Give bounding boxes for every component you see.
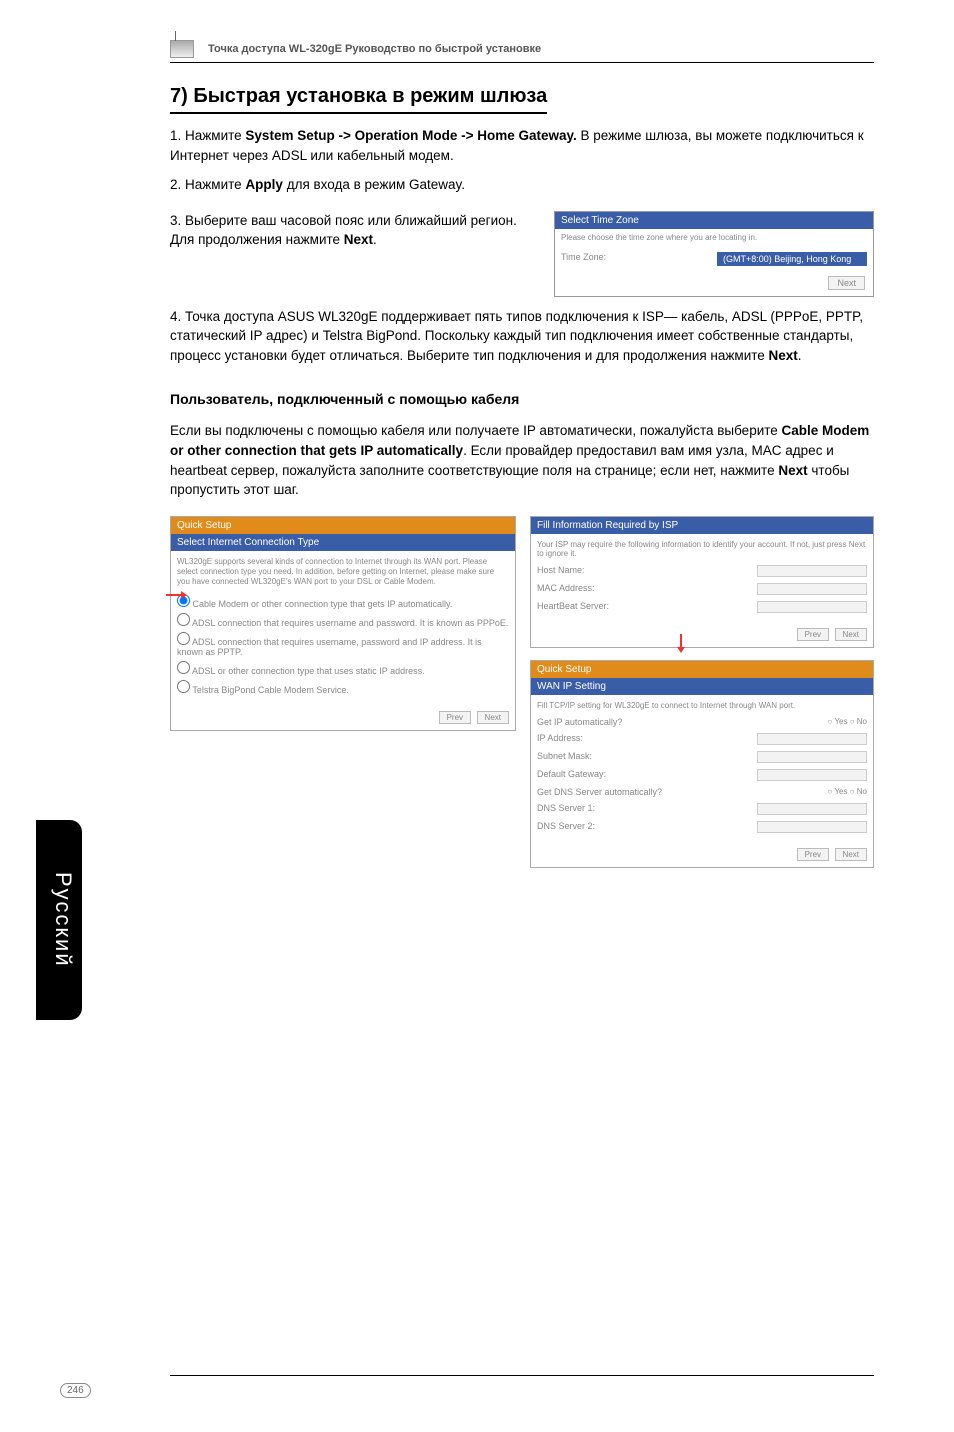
page-number: 246 <box>60 1383 91 1398</box>
opt-bigpond-label: Telstra BigPond Cable Modem Service. <box>192 685 349 695</box>
language-tab: Русский <box>36 820 82 1020</box>
conn-prev-button[interactable]: Prev <box>439 711 471 724</box>
opt-pptp[interactable]: ADSL connection that requires username, … <box>177 632 509 657</box>
opt-cable[interactable]: Cable Modem or other connection type tha… <box>177 594 509 609</box>
connection-type-header2: Select Internet Connection Type <box>171 534 515 551</box>
wan-prev-button[interactable]: Prev <box>797 848 829 861</box>
wan-row-label: Default Gateway: <box>537 769 606 781</box>
step-1: 1. Нажмите System Setup -> Operation Mod… <box>170 126 874 165</box>
step-2-prefix: 2. Нажмите <box>170 177 245 192</box>
opt-bigpond[interactable]: Telstra BigPond Cable Modem Service. <box>177 680 509 695</box>
wan-row: DNS Server 1: <box>537 800 867 818</box>
wan-row: DNS Server 2: <box>537 818 867 836</box>
wan-row: Get DNS Server automatically? ○ Yes ○ No <box>537 784 867 800</box>
router-icon <box>170 40 194 58</box>
wan-row-option[interactable]: ○ Yes ○ No <box>828 717 867 727</box>
step-4-bold: Next <box>769 348 798 363</box>
footer-rule <box>170 1375 874 1376</box>
wan-ip-header1: Quick Setup <box>531 661 873 678</box>
wan-row: Get IP automatically? ○ Yes ○ No <box>537 714 867 730</box>
mac-label: MAC Address: <box>537 583 595 595</box>
step-2: 2. Нажмите Apply для входа в режим Gatew… <box>170 175 874 195</box>
isp-info-desc: Your ISP may require the following infor… <box>537 540 867 558</box>
step-2-suffix: для входа в режим Gateway. <box>283 177 465 192</box>
wan-row-field[interactable] <box>757 733 867 745</box>
step-1-prefix: 1. Нажмите <box>170 128 245 143</box>
connection-type-panel: Quick Setup Select Internet Connection T… <box>170 516 516 731</box>
step-4: 4. Точка доступа ASUS WL320gE поддержива… <box>170 307 874 366</box>
cable-p-1: Если вы подключены с помощью кабеля или … <box>170 423 782 438</box>
wan-row: Subnet Mask: <box>537 748 867 766</box>
opt-static-label: ADSL or other connection type that uses … <box>192 666 425 676</box>
cable-p-bold2: Next <box>778 463 807 478</box>
mac-field[interactable] <box>757 583 867 595</box>
wan-row-label: Get DNS Server automatically? <box>537 787 662 797</box>
step-4-text: 4. Точка доступа ASUS WL320gE поддержива… <box>170 309 863 363</box>
step-3-bold: Next <box>344 232 373 247</box>
wan-row: IP Address: <box>537 730 867 748</box>
isp-prev-button[interactable]: Prev <box>797 628 829 641</box>
step-3-suffix: . <box>373 232 377 247</box>
isp-info-panel: Fill Information Required by ISP Your IS… <box>530 516 874 648</box>
wan-row-field[interactable] <box>757 821 867 833</box>
arrow-right-icon <box>166 594 182 596</box>
wan-next-button[interactable]: Next <box>835 848 867 861</box>
opt-pppoe[interactable]: ADSL connection that requires username a… <box>177 613 509 628</box>
opt-cable-label: Cable Modem or other connection type tha… <box>193 599 453 609</box>
host-name-label: Host Name: <box>537 565 585 577</box>
isp-info-header: Fill Information Required by ISP <box>531 517 873 534</box>
wan-row-label: Get IP automatically? <box>537 717 622 727</box>
opt-pppoe-label: ADSL connection that requires username a… <box>192 618 508 628</box>
sub-heading: Пользователь, подключенный с помощью каб… <box>170 391 874 407</box>
arrow-down-icon <box>680 634 682 648</box>
conn-next-button[interactable]: Next <box>477 711 509 724</box>
host-name-field[interactable] <box>757 565 867 577</box>
breadcrumb: Точка доступа WL-320gE Руководство по бы… <box>170 40 874 63</box>
cable-paragraph: Если вы подключены с помощью кабеля или … <box>170 421 874 499</box>
wan-row-label: DNS Server 2: <box>537 821 595 833</box>
wan-row-field[interactable] <box>757 769 867 781</box>
wan-row-label: DNS Server 1: <box>537 803 595 815</box>
timezone-label: Time Zone: <box>561 252 606 266</box>
wan-ip-header2: WAN IP Setting <box>531 678 873 695</box>
timezone-panel-title: Select Time Zone <box>555 212 873 229</box>
wan-row-label: IP Address: <box>537 733 583 745</box>
timezone-select[interactable]: (GMT+8:00) Beijing, Hong Kong <box>717 252 867 266</box>
step-1-bold: System Setup -> Operation Mode -> Home G… <box>245 128 576 143</box>
wan-row: Default Gateway: <box>537 766 867 784</box>
timezone-panel-desc: Please choose the time zone where you ar… <box>555 229 873 246</box>
wan-row-label: Subnet Mask: <box>537 751 592 763</box>
step-2-bold: Apply <box>245 177 283 192</box>
connection-type-desc: WL320gE supports several kinds of connec… <box>177 557 509 588</box>
connection-type-header1: Quick Setup <box>171 517 515 534</box>
section-title: 7) Быстрая установка в режим шлюза <box>170 85 547 114</box>
timezone-panel: Select Time Zone Please choose the time … <box>554 211 874 297</box>
wan-ip-panel: Quick Setup WAN IP Setting Fill TCP/IP s… <box>530 660 874 868</box>
wan-ip-desc: Fill TCP/IP setting for WL320gE to conne… <box>537 701 867 710</box>
opt-pptp-label: ADSL connection that requires username, … <box>177 637 482 657</box>
breadcrumb-text: Точка доступа WL-320gE Руководство по бы… <box>208 43 541 55</box>
step-3: 3. Выберите ваш часовой пояс или ближайш… <box>170 211 534 250</box>
wan-row-option[interactable]: ○ Yes ○ No <box>828 787 867 797</box>
heartbeat-field[interactable] <box>757 601 867 613</box>
heartbeat-label: HeartBeat Server: <box>537 601 609 613</box>
isp-next-button[interactable]: Next <box>835 628 867 641</box>
step-4-suffix: . <box>798 348 802 363</box>
timezone-next-button[interactable]: Next <box>828 276 865 290</box>
wan-row-field[interactable] <box>757 751 867 763</box>
wan-row-field[interactable] <box>757 803 867 815</box>
opt-static[interactable]: ADSL or other connection type that uses … <box>177 661 509 676</box>
